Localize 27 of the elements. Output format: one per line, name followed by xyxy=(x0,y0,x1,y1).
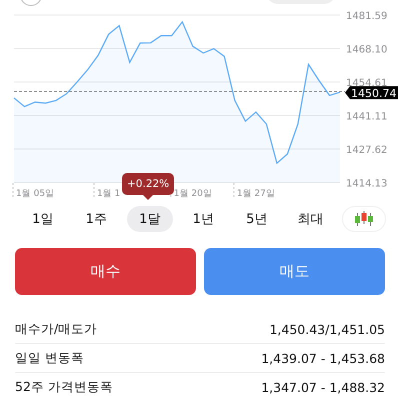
period-tab[interactable]: 1일 xyxy=(16,206,70,232)
axis-label: 1월 1 xyxy=(96,189,120,199)
reference-line: 1450.74 xyxy=(14,86,398,100)
period-tab[interactable]: 최대 xyxy=(284,206,337,232)
period-tab[interactable]: 1달 xyxy=(126,206,173,232)
stat-label: 매수가/매도가 xyxy=(15,320,98,338)
stat-value: 1,450.43/1,451.05 xyxy=(269,322,385,336)
stat-value: 1,347.07 - 1,488.32 xyxy=(261,380,385,394)
change-tooltip: +0.22% xyxy=(122,173,174,200)
stat-label: 일일 변동폭 xyxy=(15,350,84,366)
period-tab[interactable]: 1년 xyxy=(176,206,230,232)
period-tab[interactable]: 1주 xyxy=(70,206,123,232)
axis-label: 1441.11 xyxy=(346,112,388,122)
axis-label: 1월 27일 xyxy=(236,189,275,199)
axis-label: 1414.13 xyxy=(346,178,388,190)
axis-label: 1427.62 xyxy=(346,145,388,156)
axis-label: 1월 05일 xyxy=(16,189,54,199)
period-tab[interactable]: 5년 xyxy=(230,206,284,232)
chart-type-button[interactable] xyxy=(342,206,386,232)
stat-value: 1,439.07 - 1,453.68 xyxy=(261,350,385,366)
ref-line-label: 1450.74 xyxy=(351,87,396,100)
stat-label: 52주 가격변동폭 xyxy=(15,378,113,396)
axis-label: 1월 20일 xyxy=(174,189,212,199)
buy-button[interactable]: 매수 xyxy=(15,248,196,295)
axis-label: 1468.10 xyxy=(346,44,388,56)
candlestick-icon xyxy=(354,210,374,228)
axis-label: 1481.59 xyxy=(346,11,388,22)
